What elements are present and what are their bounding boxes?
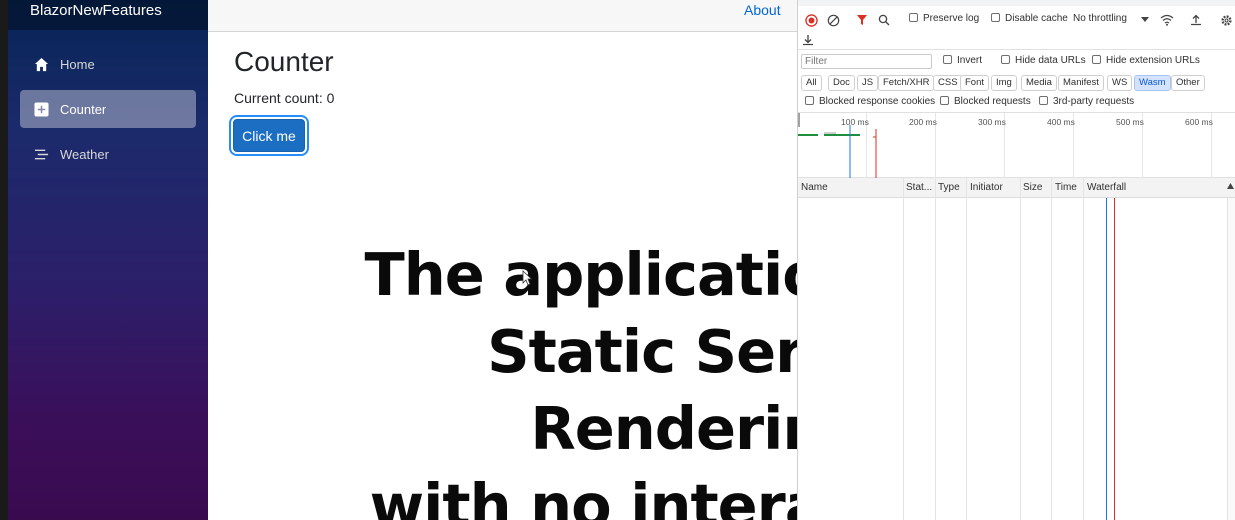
upload-icon[interactable] xyxy=(1188,10,1204,30)
sidebar-item-weather[interactable]: Weather xyxy=(20,135,196,173)
type-filter-other[interactable]: Other xyxy=(1171,75,1205,91)
current-count: Current count: 0 xyxy=(234,90,335,106)
column-divider xyxy=(966,178,967,520)
type-filter-wasm[interactable]: Wasm xyxy=(1134,75,1171,91)
invert-checkbox[interactable]: Invert xyxy=(943,55,982,66)
hide-extension-urls-checkbox[interactable]: Hide extension URLs xyxy=(1092,55,1200,66)
column-header-size[interactable]: Size xyxy=(1023,182,1042,193)
clear-icon[interactable] xyxy=(825,10,841,30)
type-filter-ws[interactable]: WS xyxy=(1107,75,1133,91)
blocked-response-cookies-label: Blocked response cookies xyxy=(819,96,936,107)
disable-cache-label: Disable cache xyxy=(1005,13,1068,24)
top-row: About xyxy=(208,0,798,32)
network-conditions-icon[interactable] xyxy=(1159,10,1175,30)
about-link[interactable]: About xyxy=(744,2,781,18)
checkbox-icon xyxy=(1039,96,1048,105)
checkbox-icon xyxy=(909,13,918,22)
search-icon[interactable] xyxy=(876,10,892,30)
disable-cache-checkbox[interactable]: Disable cache xyxy=(991,13,1068,24)
blocked-requests-label: Blocked requests xyxy=(954,96,1031,107)
waterfall-load-line xyxy=(1114,198,1115,520)
plus-square-icon xyxy=(33,101,49,117)
type-filter-media[interactable]: Media xyxy=(1021,75,1057,91)
invert-label: Invert xyxy=(957,55,983,66)
blocked-filters-row: Blocked response cookies Blocked request… xyxy=(798,94,1235,110)
column-header-time[interactable]: Time xyxy=(1055,182,1077,193)
click-me-button[interactable]: Click me xyxy=(233,119,305,152)
sort-up-icon[interactable] xyxy=(1227,181,1234,192)
type-filter-doc[interactable]: Doc xyxy=(828,75,855,91)
checkbox-icon xyxy=(1092,55,1101,64)
timeline-bars xyxy=(798,113,877,179)
column-divider xyxy=(935,178,936,520)
home-icon xyxy=(33,56,49,72)
type-filter-fetch-xhr[interactable]: Fetch/XHR xyxy=(878,75,935,91)
preserve-log-checkbox[interactable]: Preserve log xyxy=(909,13,979,24)
network-overview-timeline[interactable]: 100 ms 200 ms 300 ms 400 ms 500 ms 600 m… xyxy=(798,112,1235,179)
throttling-value: No throttling xyxy=(1073,13,1127,24)
blocked-requests-checkbox[interactable]: Blocked requests xyxy=(940,96,1031,107)
record-stop-icon[interactable] xyxy=(803,10,819,30)
sidebar: BlazorNewFeatures Home Counter Weather xyxy=(8,0,208,520)
download-icon[interactable] xyxy=(800,30,816,50)
screen: BlazorNewFeatures Home Counter Weather A… xyxy=(0,0,1235,520)
devtools-network-panel: Preserve log Disable cache No throttling xyxy=(797,0,1235,520)
brand-title[interactable]: BlazorNewFeatures xyxy=(30,2,162,19)
sidebar-item-counter[interactable]: Counter xyxy=(20,90,196,128)
column-header-status[interactable]: Stat... xyxy=(906,182,932,193)
settings-gear-icon[interactable] xyxy=(1218,10,1234,30)
network-toolbar: Preserve log Disable cache No throttling xyxy=(798,8,1235,32)
page-title: Counter xyxy=(234,46,334,77)
sidebar-item-label: Home xyxy=(60,56,95,72)
sidebar-item-label: Counter xyxy=(60,101,107,117)
checkbox-icon xyxy=(940,96,949,105)
column-divider xyxy=(1051,178,1052,520)
checkbox-icon xyxy=(991,13,1000,22)
mouse-cursor-icon xyxy=(522,270,532,286)
hide-extension-urls-label: Hide extension URLs xyxy=(1106,55,1200,66)
filter-row: Invert Hide data URLs Hide extension URL… xyxy=(798,52,1235,72)
type-filter-js[interactable]: JS xyxy=(857,75,879,91)
column-header-type[interactable]: Type xyxy=(938,182,960,193)
network-toolbar-secondary xyxy=(798,30,1235,50)
sidebar-item-label: Weather xyxy=(60,146,109,162)
column-divider xyxy=(1083,178,1084,520)
requests-table-header: Name Stat... Type Initiator Size Time Wa… xyxy=(798,178,1235,198)
blocked-response-cookies-checkbox[interactable]: Blocked response cookies xyxy=(805,96,935,107)
hide-data-urls-label: Hide data URLs xyxy=(1015,55,1086,66)
waterfall-dom-loaded-line xyxy=(1106,198,1107,520)
checkbox-icon xyxy=(805,96,814,105)
column-header-name[interactable]: Name xyxy=(801,182,828,193)
column-divider xyxy=(903,178,904,520)
type-filter-manifest[interactable]: Manifest xyxy=(1058,75,1104,91)
type-filter-all[interactable]: All xyxy=(801,75,822,91)
brand-bar: BlazorNewFeatures xyxy=(8,0,208,30)
column-divider xyxy=(1020,178,1021,520)
third-party-requests-checkbox[interactable]: 3rd-party requests xyxy=(1039,96,1134,107)
preserve-log-label: Preserve log xyxy=(923,13,980,24)
column-divider xyxy=(1227,198,1228,520)
type-filter-css[interactable]: CSS xyxy=(933,75,963,91)
throttling-select[interactable]: No throttling xyxy=(1073,13,1127,24)
devtools-tab-strip[interactable] xyxy=(798,0,1235,6)
hide-data-urls-checkbox[interactable]: Hide data URLs xyxy=(1001,55,1086,66)
type-filter-font[interactable]: Font xyxy=(960,75,990,91)
filter-input[interactable] xyxy=(801,54,932,69)
checkbox-icon xyxy=(1001,55,1010,64)
type-filter-img[interactable]: Img xyxy=(991,75,1017,91)
checkbox-icon xyxy=(943,55,952,64)
third-party-requests-label: 3rd-party requests xyxy=(1053,96,1135,107)
chevron-down-icon[interactable] xyxy=(1137,10,1153,30)
type-filter-row: All Doc JS Fetch/XHR CSS Font Img Media … xyxy=(798,74,1235,94)
sidebar-item-home[interactable]: Home xyxy=(20,45,196,83)
filter-icon[interactable] xyxy=(854,10,870,30)
window-edge xyxy=(0,0,8,520)
list-icon xyxy=(33,146,49,162)
column-header-initiator[interactable]: Initiator xyxy=(970,182,1003,193)
column-header-waterfall[interactable]: Waterfall xyxy=(1087,182,1126,193)
scrollbar[interactable] xyxy=(1228,198,1235,520)
